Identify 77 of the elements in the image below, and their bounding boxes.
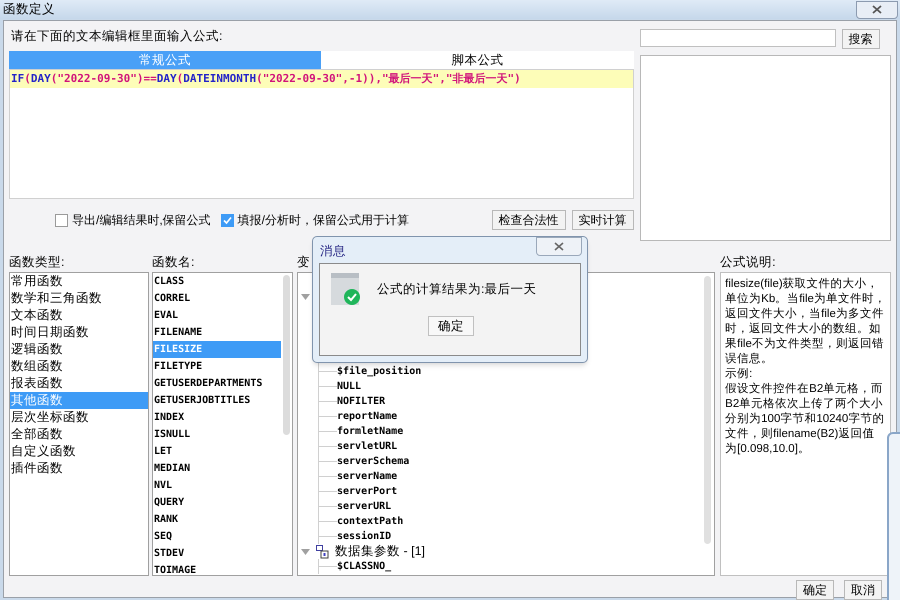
description-text: 假设文件控件在B2单元格，而B2单元格依次上传了两个大小分别为100字节和10240字节的文件，则filename(B2)返回值为[0.098,10.0]。 bbox=[725, 382, 886, 457]
search-field[interactable] bbox=[640, 29, 836, 47]
list-item[interactable]: 层次坐标函数 bbox=[10, 409, 148, 426]
success-icon bbox=[331, 273, 361, 306]
expand-arrow-icon[interactable] bbox=[301, 548, 310, 554]
section-label: 变 bbox=[297, 254, 311, 271]
dialog-title: 消息 bbox=[319, 243, 346, 260]
formula-editor[interactable]: IF(DAY("2022-09-30")==DAY(DATEINMONTH("2022-09-30",-1)),"最后一天","非最后一天") bbox=[9, 69, 634, 199]
tree-item[interactable]: sessionID bbox=[337, 529, 392, 544]
dialog-button[interactable]: 确定 bbox=[796, 580, 834, 600]
section-label: 函数名: bbox=[152, 254, 196, 271]
list-item[interactable]: STDEV bbox=[153, 545, 281, 562]
tree-item[interactable]: reportName bbox=[337, 409, 398, 424]
tree-item[interactable]: contextPath bbox=[337, 514, 404, 529]
tree-item[interactable]: NULL bbox=[337, 379, 362, 394]
list-item[interactable]: NVL bbox=[153, 477, 281, 494]
list-item[interactable]: ISNULL bbox=[153, 426, 281, 443]
message-text: 公式的计算结果为:最后一天 bbox=[377, 281, 536, 298]
list-item[interactable]: 逻辑函数 bbox=[10, 341, 148, 358]
formula-tab[interactable]: 脚本公式 bbox=[321, 51, 634, 69]
close-button[interactable] bbox=[536, 237, 582, 256]
prompt-label: 请在下面的文本编辑框里面输入公式: bbox=[10, 28, 224, 45]
checkbox-label: 导出/编辑结果时,保留公式 bbox=[72, 212, 211, 229]
dialog-button[interactable]: 取消 bbox=[844, 580, 882, 600]
checkbox[interactable] bbox=[220, 214, 234, 226]
list-item[interactable]: 自定义函数 bbox=[10, 443, 148, 460]
expand-arrow-icon[interactable] bbox=[301, 294, 310, 300]
close-icon bbox=[554, 242, 564, 251]
list-item[interactable]: CLASS bbox=[153, 273, 281, 290]
parameter-icon bbox=[316, 544, 329, 558]
tree-item[interactable]: servletURL bbox=[337, 439, 398, 454]
list-item[interactable]: 报表函数 bbox=[10, 375, 148, 392]
list-item[interactable]: 插件函数 bbox=[10, 460, 148, 477]
close-icon bbox=[872, 5, 882, 14]
check-icon bbox=[222, 216, 232, 224]
scrollbar[interactable] bbox=[283, 275, 290, 435]
list-item[interactable]: CORREL bbox=[153, 290, 281, 307]
checkbox-label: 填报/分析时，保留公式用于计算 bbox=[238, 212, 410, 229]
tree-item[interactable]: serverName bbox=[337, 469, 398, 484]
tree-item[interactable]: serverPort bbox=[337, 484, 398, 499]
list-item[interactable]: LET bbox=[153, 443, 281, 460]
section-label: 公式说明: bbox=[720, 254, 777, 271]
list-item[interactable]: SEQ bbox=[153, 528, 281, 545]
tree-item[interactable]: serverURL bbox=[337, 499, 392, 514]
list-item[interactable]: 全部函数 bbox=[10, 426, 148, 443]
action-button[interactable]: 检查合法性 bbox=[492, 210, 566, 230]
tree-item[interactable]: $file_position bbox=[337, 364, 422, 379]
search-button[interactable]: 搜索 bbox=[842, 29, 880, 49]
list-item[interactable]: 文本函数 bbox=[10, 307, 148, 324]
tree-item[interactable]: serverSchema bbox=[337, 454, 410, 469]
close-button[interactable] bbox=[856, 0, 898, 18]
tree-item[interactable]: formletName bbox=[337, 424, 404, 439]
list-item[interactable]: 数组函数 bbox=[10, 358, 148, 375]
section-label: 函数类型: bbox=[9, 254, 66, 271]
tree-item[interactable]: $CLASSNO_ bbox=[337, 559, 392, 574]
list-item[interactable]: TOIMAGE bbox=[153, 562, 281, 575]
list-item[interactable]: 常用函数 bbox=[10, 273, 148, 290]
list-item[interactable]: FILETYPE bbox=[153, 358, 281, 375]
ok-button[interactable]: 确定 bbox=[428, 316, 474, 336]
description-text: filesize(file)获取文件的大小，单位为Kb。当file为单文件时，返回文件大小，当file为多文件时，返回文件大小的数组。如果file不为文件类型，则返回错误信息。 bbox=[725, 277, 886, 367]
tree-group-label[interactable]: 数据集参数 - [1] bbox=[335, 542, 426, 561]
scrollbar[interactable] bbox=[704, 276, 712, 544]
list-item[interactable]: 时间日期函数 bbox=[10, 324, 148, 341]
list-item[interactable]: INDEX bbox=[153, 409, 281, 426]
list-item[interactable]: RANK bbox=[153, 511, 281, 528]
list-item[interactable]: GETUSERJOBTITLES bbox=[153, 392, 281, 409]
list-item[interactable]: EVAL bbox=[153, 307, 281, 324]
window-title: 函数定义 bbox=[2, 1, 55, 18]
list-item[interactable]: 数学和三角函数 bbox=[10, 290, 148, 307]
list-item[interactable]: QUERY bbox=[153, 494, 281, 511]
tree-item[interactable]: NOFILTER bbox=[337, 394, 386, 409]
list-item[interactable]: GETUSERDEPARTMENTS bbox=[153, 375, 281, 392]
list-item[interactable]: FILENAME bbox=[153, 324, 281, 341]
checkbox[interactable] bbox=[55, 214, 68, 226]
description-text: 示例: bbox=[725, 367, 754, 382]
action-button[interactable]: 实时计算 bbox=[572, 210, 634, 230]
list-item[interactable]: MEDIAN bbox=[153, 460, 281, 477]
